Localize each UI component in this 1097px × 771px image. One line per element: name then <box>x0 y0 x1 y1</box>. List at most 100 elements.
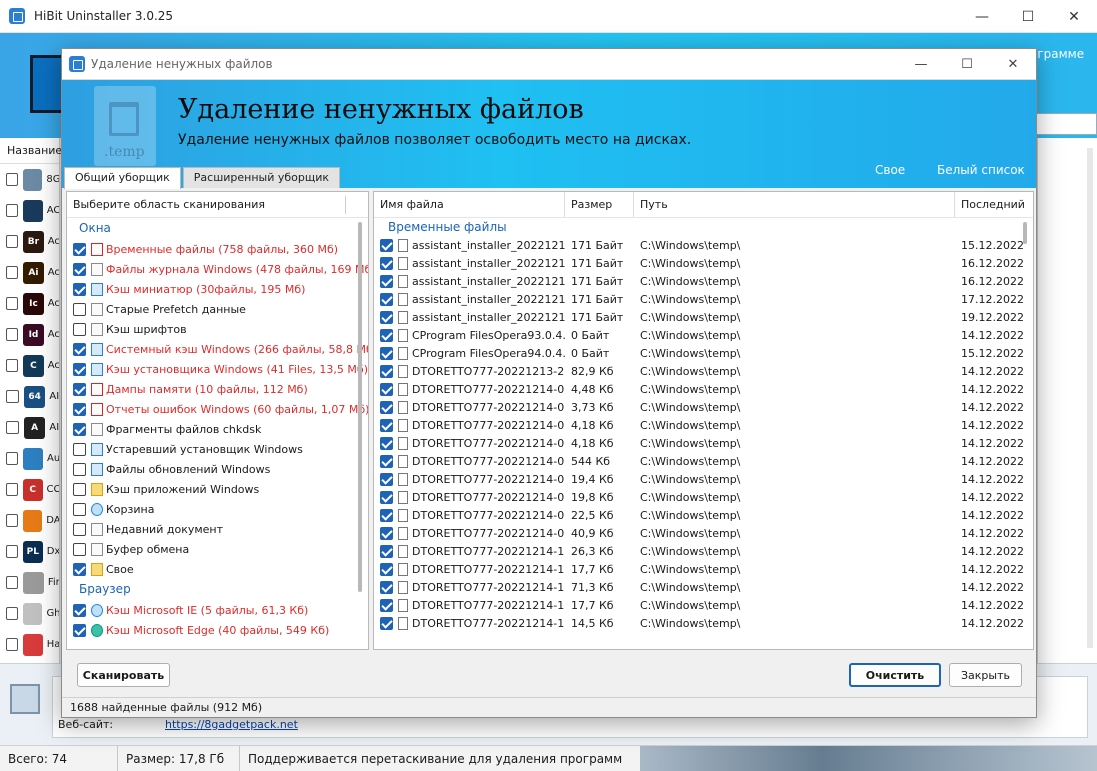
scrollbar[interactable] <box>1087 148 1093 648</box>
checkbox[interactable] <box>73 362 86 376</box>
checkbox[interactable] <box>73 502 86 516</box>
scan-area-item[interactable]: Кэш шрифтов <box>67 319 368 339</box>
scan-area-item[interactable]: Фрагменты файлов chkdsk <box>67 419 368 439</box>
minimize-button[interactable]: — <box>959 0 1005 33</box>
checkbox[interactable] <box>6 483 18 496</box>
table-row[interactable]: assistant_installer_2022121... 171 Байт C:… <box>374 272 1033 290</box>
checkbox[interactable] <box>380 310 393 324</box>
table-row[interactable]: DTORETTO777-20221213-2... 82,9 Кб C:\Windo… <box>374 362 1033 380</box>
scan-area-item[interactable]: Кэш установщика Windows (41 Files, 13,5 … <box>67 359 368 379</box>
checkbox[interactable] <box>380 238 393 252</box>
table-row[interactable]: assistant_installer_2022121... 171 Байт C:… <box>374 290 1033 308</box>
column-header-name[interactable]: Название <box>0 138 62 164</box>
list-item[interactable]: DA <box>0 505 59 536</box>
list-item[interactable]: C CC <box>0 474 59 505</box>
header-about-link[interactable]: ограмме <box>1030 47 1084 61</box>
checkbox[interactable] <box>380 562 393 576</box>
table-row[interactable]: assistant_installer_2022121... 171 Байт C:… <box>374 308 1033 326</box>
close-window-button[interactable]: ✕ <box>1051 0 1097 33</box>
checkbox[interactable] <box>6 607 18 620</box>
checkbox[interactable] <box>380 364 393 378</box>
checkbox[interactable] <box>6 359 19 372</box>
checkbox[interactable] <box>380 418 393 432</box>
checkbox[interactable] <box>73 402 86 416</box>
list-item[interactable]: Ha <box>0 629 59 660</box>
checkbox[interactable] <box>73 322 86 336</box>
scan-button[interactable]: Сканировать <box>77 663 170 687</box>
checkbox[interactable] <box>380 616 393 630</box>
list-item[interactable]: Br Ac <box>0 226 59 257</box>
list-item[interactable]: C Ac <box>0 350 59 381</box>
scan-area-item[interactable]: Устаревший установщик Windows <box>67 439 368 459</box>
scan-area-item[interactable]: Временные файлы (758 файлы, 360 Мб) <box>67 239 368 259</box>
table-row[interactable]: DTORETTO777-20221214-1... 17,7 Кб C:\Windo… <box>374 560 1033 578</box>
maximize-button[interactable]: ☐ <box>1005 0 1051 33</box>
checkbox[interactable] <box>73 422 86 436</box>
checkbox[interactable] <box>380 436 393 450</box>
checkbox[interactable] <box>380 274 393 288</box>
checkbox[interactable] <box>380 490 393 504</box>
checkbox[interactable] <box>380 598 393 612</box>
scan-area-item[interactable]: Свое <box>67 559 368 579</box>
table-row[interactable]: DTORETTO777-20221214-1... 17,7 Кб C:\Windo… <box>374 596 1033 614</box>
list-item[interactable]: Ic Ac <box>0 288 59 319</box>
checkbox[interactable] <box>73 542 86 556</box>
close-dialog-button[interactable]: ✕ <box>990 49 1036 80</box>
table-row[interactable]: DTORETTO777-20221214-0... 19,8 Кб C:\Windo… <box>374 488 1033 506</box>
checkbox[interactable] <box>6 452 18 465</box>
checkbox[interactable] <box>380 292 393 306</box>
whitelist-link[interactable]: Белый список <box>937 163 1025 177</box>
checkbox[interactable] <box>73 462 86 476</box>
checkbox[interactable] <box>380 526 393 540</box>
checkbox[interactable] <box>73 603 86 617</box>
checkbox[interactable] <box>380 454 393 468</box>
minimize-button[interactable]: — <box>898 49 944 80</box>
scan-area-item[interactable]: Буфер обмена <box>67 539 368 559</box>
checkbox[interactable] <box>6 297 19 310</box>
checkbox[interactable] <box>6 235 19 248</box>
scan-area-item[interactable]: Кэш приложений Windows <box>67 479 368 499</box>
checkbox[interactable] <box>73 623 86 637</box>
scrollbar[interactable] <box>1023 222 1027 244</box>
clean-button[interactable]: Очистить <box>849 663 941 687</box>
scan-area-item[interactable]: Кэш Microsoft Edge (40 файлы, 549 Кб) <box>67 620 368 640</box>
checkbox[interactable] <box>73 302 86 316</box>
checkbox[interactable] <box>6 576 19 589</box>
checkbox[interactable] <box>6 266 19 279</box>
scan-area-item[interactable]: Файлы журнала Windows (478 файлы, 169 Мб… <box>67 259 368 279</box>
list-item[interactable]: Fir <box>0 567 59 598</box>
scrollbar[interactable] <box>358 222 362 592</box>
scan-area-item[interactable]: Старые Prefetch данные <box>67 299 368 319</box>
table-row[interactable]: DTORETTO777-20221214-0... 4,18 Кб C:\Windo… <box>374 434 1033 452</box>
table-row[interactable]: DTORETTO777-20221214-1... 26,3 Кб C:\Windo… <box>374 542 1033 560</box>
checkbox[interactable] <box>380 382 393 396</box>
column-header-path[interactable]: Путь <box>634 192 955 217</box>
checkbox[interactable] <box>380 472 393 486</box>
checkbox[interactable] <box>6 545 18 558</box>
column-header-modified[interactable]: Последний <box>955 192 1033 217</box>
table-row[interactable]: DTORETTO777-20221214-0... 3,73 Кб C:\Windo… <box>374 398 1033 416</box>
checkbox[interactable] <box>73 562 86 576</box>
table-row[interactable]: DTORETTO777-20221214-0... 544 Кб C:\Window… <box>374 452 1033 470</box>
checkbox[interactable] <box>380 256 393 270</box>
column-header-filename[interactable]: Имя файла <box>374 192 565 217</box>
search-input[interactable] <box>1030 113 1097 135</box>
checkbox[interactable] <box>380 328 393 342</box>
table-row[interactable]: assistant_installer_2022121... 171 Байт C:… <box>374 254 1033 272</box>
table-row[interactable]: DTORETTO777-20221214-0... 4,18 Кб C:\Windo… <box>374 416 1033 434</box>
checkbox[interactable] <box>6 204 18 217</box>
scan-area-item[interactable]: Кэш Microsoft IE (5 файлы, 61,3 Кб) <box>67 600 368 620</box>
checkbox[interactable] <box>73 262 86 276</box>
scan-area-item[interactable]: Файлы обновлений Windows <box>67 459 368 479</box>
checkbox[interactable] <box>380 580 393 594</box>
table-row[interactable]: DTORETTO777-20221214-0... 40,9 Кб C:\Windo… <box>374 524 1033 542</box>
table-row[interactable]: DTORETTO777-20221214-0... 19,4 Кб C:\Windo… <box>374 470 1033 488</box>
list-item[interactable]: 64 AI <box>0 381 59 412</box>
tab-advanced-cleaner[interactable]: Расширенный уборщик <box>182 167 341 188</box>
checkbox[interactable] <box>6 328 19 341</box>
checkbox[interactable] <box>73 442 86 456</box>
checkbox[interactable] <box>380 346 393 360</box>
scan-area-item[interactable]: Кэш миниатюр (30файлы, 195 Мб) <box>67 279 368 299</box>
checkbox[interactable] <box>73 522 86 536</box>
checkbox[interactable] <box>380 508 393 522</box>
